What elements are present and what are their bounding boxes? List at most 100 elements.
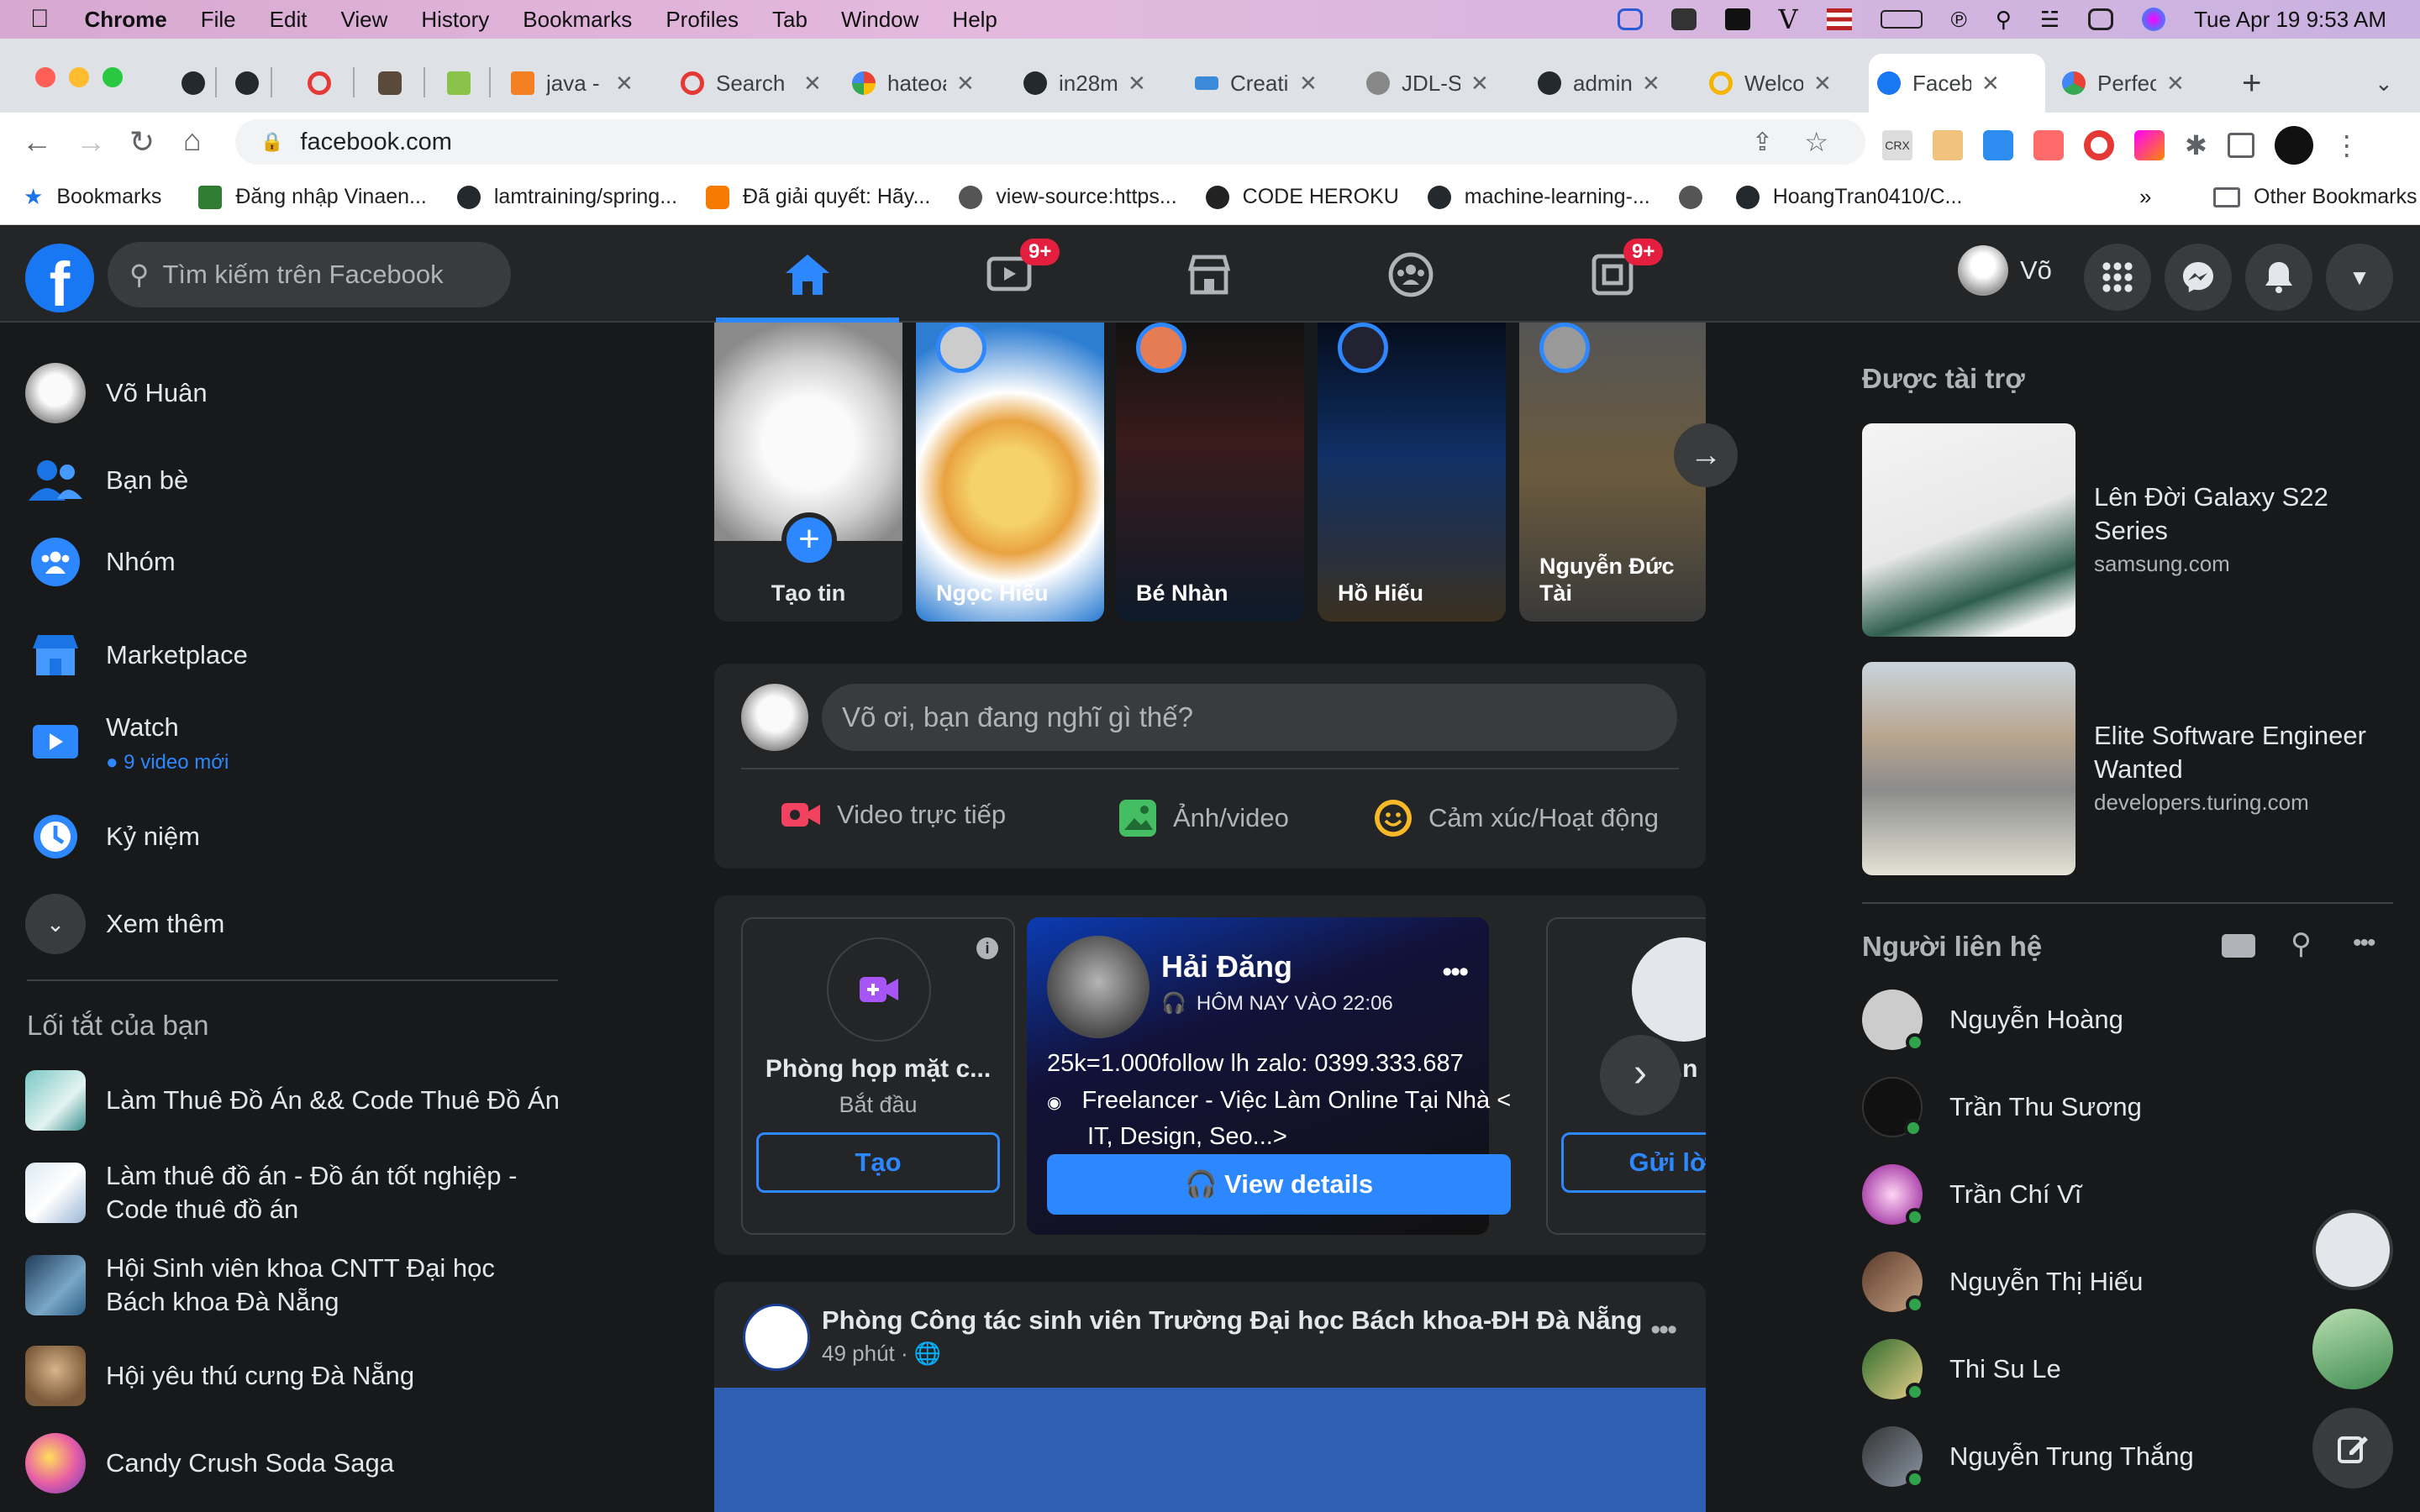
back-icon[interactable]: ← bbox=[22, 124, 52, 160]
sidebar-item-watch[interactable]: Watch ● 9 video mới bbox=[25, 712, 229, 774]
contact-item[interactable]: Trần Thu Sương bbox=[1862, 1077, 2142, 1137]
teamviewer-icon[interactable] bbox=[1617, 8, 1643, 30]
sidebar-item-profile[interactable]: Võ Huân bbox=[25, 363, 208, 423]
menu-grid-button[interactable] bbox=[2084, 244, 2151, 311]
close-tab-icon[interactable]: ✕ bbox=[615, 71, 634, 97]
post-time[interactable]: 49 phút · bbox=[822, 1341, 908, 1366]
siri-icon[interactable] bbox=[2142, 8, 2166, 31]
docker-icon[interactable] bbox=[1670, 8, 1697, 30]
composer-input[interactable]: Võ ơi, bạn đang nghĩ gì thế? bbox=[822, 684, 1677, 751]
new-tab-button[interactable]: + bbox=[2233, 54, 2270, 113]
live-video-button[interactable]: Video trực tiếp bbox=[780, 798, 1006, 832]
sidebar-item-marketplace[interactable]: Marketplace bbox=[25, 625, 248, 685]
bookmark-item[interactable]: machine-learning-... bbox=[1427, 185, 1650, 209]
tab-java[interactable]: java - I ✕ bbox=[502, 54, 642, 113]
bookmarks-overflow-icon[interactable]: » bbox=[2139, 184, 2151, 210]
page-avatar[interactable] bbox=[743, 1304, 810, 1371]
shortcut-item[interactable]: Hội yêu thú cưng Đà Nẵng bbox=[25, 1346, 414, 1406]
bookmark-item[interactable]: HoangTran0410/C... bbox=[1735, 185, 1962, 209]
story-item[interactable]: Bé Nhàn bbox=[1116, 323, 1304, 622]
tab-admin[interactable]: admin ✕ bbox=[1529, 54, 1669, 113]
menu-window[interactable]: Window bbox=[841, 7, 918, 33]
nav-marketplace-tab[interactable] bbox=[1178, 244, 1240, 306]
tab-jdl[interactable]: JDL-St ✕ bbox=[1358, 54, 1497, 113]
menu-tab[interactable]: Tab bbox=[772, 7, 808, 33]
add-friend-button[interactable]: Gửi lời c bbox=[1561, 1132, 1706, 1193]
post-image[interactable] bbox=[714, 1388, 1706, 1512]
bookmark-star-icon[interactable]: ☆ bbox=[1804, 126, 1828, 158]
lock-icon[interactable]: 🔒 bbox=[260, 131, 283, 153]
shortcut-item[interactable]: Candy Crush Soda Saga bbox=[25, 1433, 394, 1494]
post-author[interactable]: Phòng Công tác sinh viên Trường Đại học … bbox=[822, 1305, 1642, 1336]
chat-head-avatar[interactable] bbox=[2312, 1210, 2393, 1290]
tab-facebook[interactable]: Facebo ✕ bbox=[1869, 54, 2045, 113]
sponsored-room-card[interactable]: Hải Đăng 🎧 HÔM NAY VÀO 22:06 ••• 25k=1.00… bbox=[1027, 917, 1511, 1235]
sidebar-item-friends[interactable]: Bạn bè bbox=[25, 450, 188, 511]
tab-search[interactable]: Search ✕ bbox=[672, 54, 830, 113]
zoom-window-button[interactable] bbox=[103, 67, 123, 87]
chat-head-avatar[interactable] bbox=[2312, 1309, 2393, 1389]
bookmark-item[interactable]: Đã giải quyết: Hãy... bbox=[706, 185, 930, 209]
bookmark-item[interactable] bbox=[1678, 185, 1716, 209]
more-options-icon[interactable]: ••• bbox=[1442, 956, 1469, 989]
tab-search-dropdown-icon[interactable]: ⌄ bbox=[2366, 54, 2402, 113]
view-details-button[interactable]: 🎧 View details bbox=[1047, 1154, 1511, 1215]
crx-icon[interactable]: CRX bbox=[1882, 130, 1912, 160]
photo-video-button[interactable]: Ảnh/video bbox=[1118, 798, 1289, 838]
story-item[interactable]: Nguyễn Đức Tài bbox=[1519, 323, 1706, 622]
add-story-button[interactable]: + bbox=[781, 512, 837, 568]
story-create[interactable]: + Tạo tin bbox=[714, 323, 902, 622]
menu-help[interactable]: Help bbox=[952, 7, 997, 33]
more-options-icon[interactable]: ••• bbox=[1650, 1314, 1677, 1347]
facebook-search-input[interactable]: ⚲ Tìm kiếm trên Facebook bbox=[108, 242, 511, 307]
sponsored-ad[interactable]: Lên Đời Galaxy S22 Series samsung.com bbox=[1862, 423, 2383, 637]
sidepanel-icon[interactable] bbox=[2227, 133, 2254, 158]
close-tab-icon[interactable]: ✕ bbox=[2166, 71, 2185, 97]
close-tab-icon[interactable]: ✕ bbox=[1299, 71, 1318, 97]
close-tab-icon[interactable]: ✕ bbox=[803, 71, 822, 97]
extension-gradient-icon[interactable] bbox=[2134, 130, 2165, 160]
address-bar[interactable]: 🔒 facebook.com ⇪ ☆ bbox=[235, 119, 1865, 165]
extension-arrow-icon[interactable] bbox=[2033, 130, 2064, 160]
new-message-button[interactable] bbox=[2312, 1408, 2393, 1488]
contact-item[interactable]: Trần Chí Vĩ bbox=[1862, 1164, 2081, 1226]
extension-record-icon[interactable] bbox=[2084, 130, 2114, 160]
new-room-icon[interactable] bbox=[2222, 934, 2255, 958]
bookmarks-folder[interactable]: ★ Bookmarks bbox=[24, 184, 161, 210]
close-tab-icon[interactable]: ✕ bbox=[956, 71, 975, 97]
bookmark-item[interactable]: CODE HEROKU bbox=[1205, 185, 1399, 209]
profile-chip[interactable]: Võ bbox=[1958, 245, 2052, 296]
close-window-button[interactable] bbox=[35, 67, 55, 87]
tab-hateoas[interactable]: hateoa ✕ bbox=[844, 54, 983, 113]
menu-view[interactable]: View bbox=[340, 7, 387, 33]
contact-item[interactable]: Nguyễn Trung Thắng bbox=[1862, 1426, 2194, 1488]
close-tab-icon[interactable]: ✕ bbox=[1128, 71, 1146, 97]
flag-icon[interactable] bbox=[1826, 8, 1852, 30]
other-bookmarks[interactable]: Other Bookmarks bbox=[2213, 185, 2417, 209]
tab-github-1[interactable] bbox=[173, 54, 225, 113]
notifications-button[interactable] bbox=[2245, 244, 2312, 311]
menubar-datetime[interactable]: Tue Apr 19 9:53 AM bbox=[2194, 7, 2386, 33]
shortcut-item[interactable]: Làm Thuê Đồ Án && Code Thuê Đồ Án bbox=[25, 1070, 560, 1131]
tab-in28mi[interactable]: in28mi ✕ bbox=[1015, 54, 1155, 113]
profile-avatar[interactable] bbox=[2274, 126, 2313, 165]
shortcut-item[interactable]: Làm thuê đồ án - Đồ án tốt nghiệp - Code… bbox=[25, 1159, 576, 1226]
bluetooth-icon[interactable]: ℗ bbox=[1951, 7, 1967, 33]
contacts-more-icon[interactable]: ••• bbox=[2353, 929, 2375, 958]
tab-perfect[interactable]: Perfect ✕ bbox=[2054, 54, 2193, 113]
shortcut-item[interactable]: Hội Sinh viên khoa CNTT Đại học Bách kho… bbox=[25, 1252, 543, 1319]
facebook-logo[interactable]: f bbox=[25, 244, 94, 312]
share-icon[interactable]: ⇪ bbox=[1752, 128, 1773, 157]
extension-drop-icon[interactable] bbox=[1983, 130, 2013, 160]
apple-icon[interactable]:  bbox=[30, 5, 50, 34]
story-item[interactable]: Hồ Hiếu bbox=[1318, 323, 1506, 622]
info-icon[interactable]: i bbox=[976, 937, 998, 959]
extensions-puzzle-icon[interactable]: ✱ bbox=[2185, 129, 2207, 161]
sponsored-ad[interactable]: Elite Software Engineer Wanted developer… bbox=[1862, 662, 2383, 875]
contact-item[interactable]: Thi Su Le bbox=[1862, 1339, 2061, 1401]
tab-welcome[interactable]: Welcor ✕ bbox=[1701, 54, 1840, 113]
reload-icon[interactable]: ↻ bbox=[129, 124, 155, 160]
tab-creatin[interactable]: Creatin ✕ bbox=[1186, 54, 1326, 113]
room-create-button[interactable]: Tạo bbox=[756, 1132, 1000, 1193]
home-icon[interactable]: ⌂ bbox=[183, 123, 202, 158]
